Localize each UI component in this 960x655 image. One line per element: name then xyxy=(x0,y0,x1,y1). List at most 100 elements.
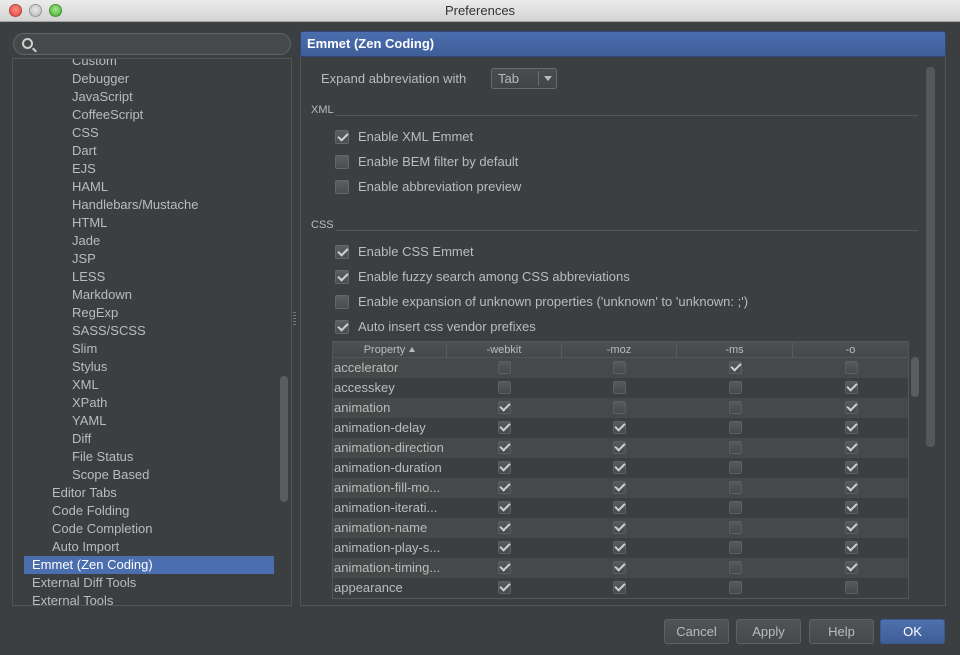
tree-item[interactable]: EJS xyxy=(72,160,96,178)
prefix-webkit-checkbox[interactable] xyxy=(498,461,511,474)
prefix-moz-checkbox[interactable] xyxy=(613,541,626,554)
prefix-o-checkbox[interactable] xyxy=(845,501,858,514)
tree-item[interactable]: External Diff Tools xyxy=(32,574,136,592)
tree-item[interactable]: YAML xyxy=(72,412,106,430)
table-row[interactable]: animation-iterati... xyxy=(333,498,908,518)
settings-tree[interactable]: Custom Debugger JavaScript CoffeeScript CSS D… xyxy=(12,58,292,606)
prefix-moz-checkbox[interactable] xyxy=(613,461,626,474)
search-input[interactable] xyxy=(40,36,280,52)
cancel-button[interactable]: Cancel xyxy=(664,619,729,644)
tree-item[interactable]: CSS xyxy=(72,124,99,142)
help-button[interactable]: Help xyxy=(809,619,874,644)
panel-scrollbar[interactable] xyxy=(926,67,935,447)
chevron-down-icon[interactable] xyxy=(544,76,552,81)
prefix-moz-checkbox[interactable] xyxy=(613,561,626,574)
tree-item[interactable]: XPath xyxy=(72,394,107,412)
vendor-prefix-table[interactable]: Property -webkit -moz -ms -o accelerator acce… xyxy=(332,341,909,599)
settings-search-box[interactable] xyxy=(13,33,291,55)
prefix-o-checkbox[interactable] xyxy=(845,561,858,574)
prefix-o-checkbox[interactable] xyxy=(845,541,858,554)
tree-item[interactable]: Custom xyxy=(72,59,117,70)
tree-item[interactable]: Editor Tabs xyxy=(52,484,117,502)
table-row[interactable]: animation-timing... xyxy=(333,558,908,578)
prefix-ms-checkbox[interactable] xyxy=(729,521,742,534)
tree-item[interactable]: HAML xyxy=(72,178,108,196)
prefix-webkit-checkbox[interactable] xyxy=(498,381,511,394)
prefix-ms-checkbox[interactable] xyxy=(729,381,742,394)
checkbox[interactable] xyxy=(335,245,349,259)
prefix-o-checkbox[interactable] xyxy=(845,521,858,534)
tree-item[interactable]: Scope Based xyxy=(72,466,149,484)
prefix-moz-checkbox[interactable] xyxy=(613,581,626,594)
prefix-webkit-checkbox[interactable] xyxy=(498,441,511,454)
prefix-webkit-checkbox[interactable] xyxy=(498,541,511,554)
tree-item[interactable]: Code Completion xyxy=(52,520,152,538)
column-header[interactable]: -ms xyxy=(677,342,793,358)
tree-item[interactable]: XML xyxy=(72,376,99,394)
tree-item[interactable]: Debugger xyxy=(72,70,129,88)
table-row[interactable]: animation-play-s... xyxy=(333,538,908,558)
prefix-moz-checkbox[interactable] xyxy=(613,401,626,414)
close-window-icon[interactable] xyxy=(9,4,22,17)
prefix-ms-checkbox[interactable] xyxy=(729,501,742,514)
tree-scrollbar[interactable] xyxy=(280,376,288,502)
prefix-ms-checkbox[interactable] xyxy=(729,541,742,554)
tree-item[interactable]: JSP xyxy=(72,250,96,268)
table-row[interactable]: animation-direction xyxy=(333,438,908,458)
apply-button[interactable]: Apply xyxy=(736,619,801,644)
prefix-ms-checkbox[interactable] xyxy=(729,581,742,594)
table-row[interactable]: animation-name xyxy=(333,518,908,538)
prefix-webkit-checkbox[interactable] xyxy=(498,481,511,494)
prefix-o-checkbox[interactable] xyxy=(845,581,858,594)
tree-item[interactable]: LESS xyxy=(72,268,105,286)
prefix-webkit-checkbox[interactable] xyxy=(498,401,511,414)
tree-item[interactable]: External Tools xyxy=(32,592,113,605)
tree-item[interactable]: Diff xyxy=(72,430,91,448)
tree-item[interactable]: Code Folding xyxy=(52,502,129,520)
zoom-window-icon[interactable] xyxy=(49,4,62,17)
prefix-o-checkbox[interactable] xyxy=(845,401,858,414)
prefix-o-checkbox[interactable] xyxy=(845,441,858,454)
prefix-moz-checkbox[interactable] xyxy=(613,521,626,534)
tree-item[interactable]: Emmet (Zen Coding) xyxy=(24,556,274,574)
tree-item[interactable]: Stylus xyxy=(72,358,107,376)
prefix-o-checkbox[interactable] xyxy=(845,361,858,374)
panel-splitter-handle[interactable] xyxy=(293,312,296,326)
column-header[interactable]: -o xyxy=(793,342,908,358)
table-row[interactable]: animation-fill-mo... xyxy=(333,478,908,498)
prefix-moz-checkbox[interactable] xyxy=(613,481,626,494)
table-row[interactable]: animation-duration xyxy=(333,458,908,478)
checkbox[interactable] xyxy=(335,295,349,309)
prefix-webkit-checkbox[interactable] xyxy=(498,581,511,594)
tree-item[interactable]: Markdown xyxy=(72,286,132,304)
prefix-ms-checkbox[interactable] xyxy=(729,361,742,374)
table-row[interactable]: appearance xyxy=(333,578,908,598)
tree-item[interactable]: Slim xyxy=(72,340,97,358)
tree-item[interactable]: Handlebars/Mustache xyxy=(72,196,198,214)
prefix-ms-checkbox[interactable] xyxy=(729,421,742,434)
checkbox[interactable] xyxy=(335,320,349,334)
prefix-moz-checkbox[interactable] xyxy=(613,381,626,394)
prefix-webkit-checkbox[interactable] xyxy=(498,361,511,374)
prefix-ms-checkbox[interactable] xyxy=(729,461,742,474)
table-row[interactable]: accelerator xyxy=(333,358,908,378)
prefix-webkit-checkbox[interactable] xyxy=(498,521,511,534)
prefix-webkit-checkbox[interactable] xyxy=(498,561,511,574)
table-row[interactable]: animation-delay xyxy=(333,418,908,438)
table-scrollbar[interactable] xyxy=(911,357,919,397)
tree-item[interactable]: Auto Import xyxy=(52,538,119,556)
tree-item[interactable]: File Status xyxy=(72,448,133,466)
tree-item[interactable]: Dart xyxy=(72,142,97,160)
prefix-o-checkbox[interactable] xyxy=(845,481,858,494)
prefix-o-checkbox[interactable] xyxy=(845,461,858,474)
tree-item[interactable]: CoffeeScript xyxy=(72,106,143,124)
checkbox[interactable] xyxy=(335,270,349,284)
column-header[interactable]: -moz xyxy=(562,342,677,358)
tree-item[interactable]: RegExp xyxy=(72,304,118,322)
prefix-moz-checkbox[interactable] xyxy=(613,421,626,434)
tree-item[interactable]: JavaScript xyxy=(72,88,133,106)
minimize-window-icon[interactable] xyxy=(29,4,42,17)
tree-item[interactable]: HTML xyxy=(72,214,107,232)
prefix-moz-checkbox[interactable] xyxy=(613,361,626,374)
prefix-webkit-checkbox[interactable] xyxy=(498,501,511,514)
